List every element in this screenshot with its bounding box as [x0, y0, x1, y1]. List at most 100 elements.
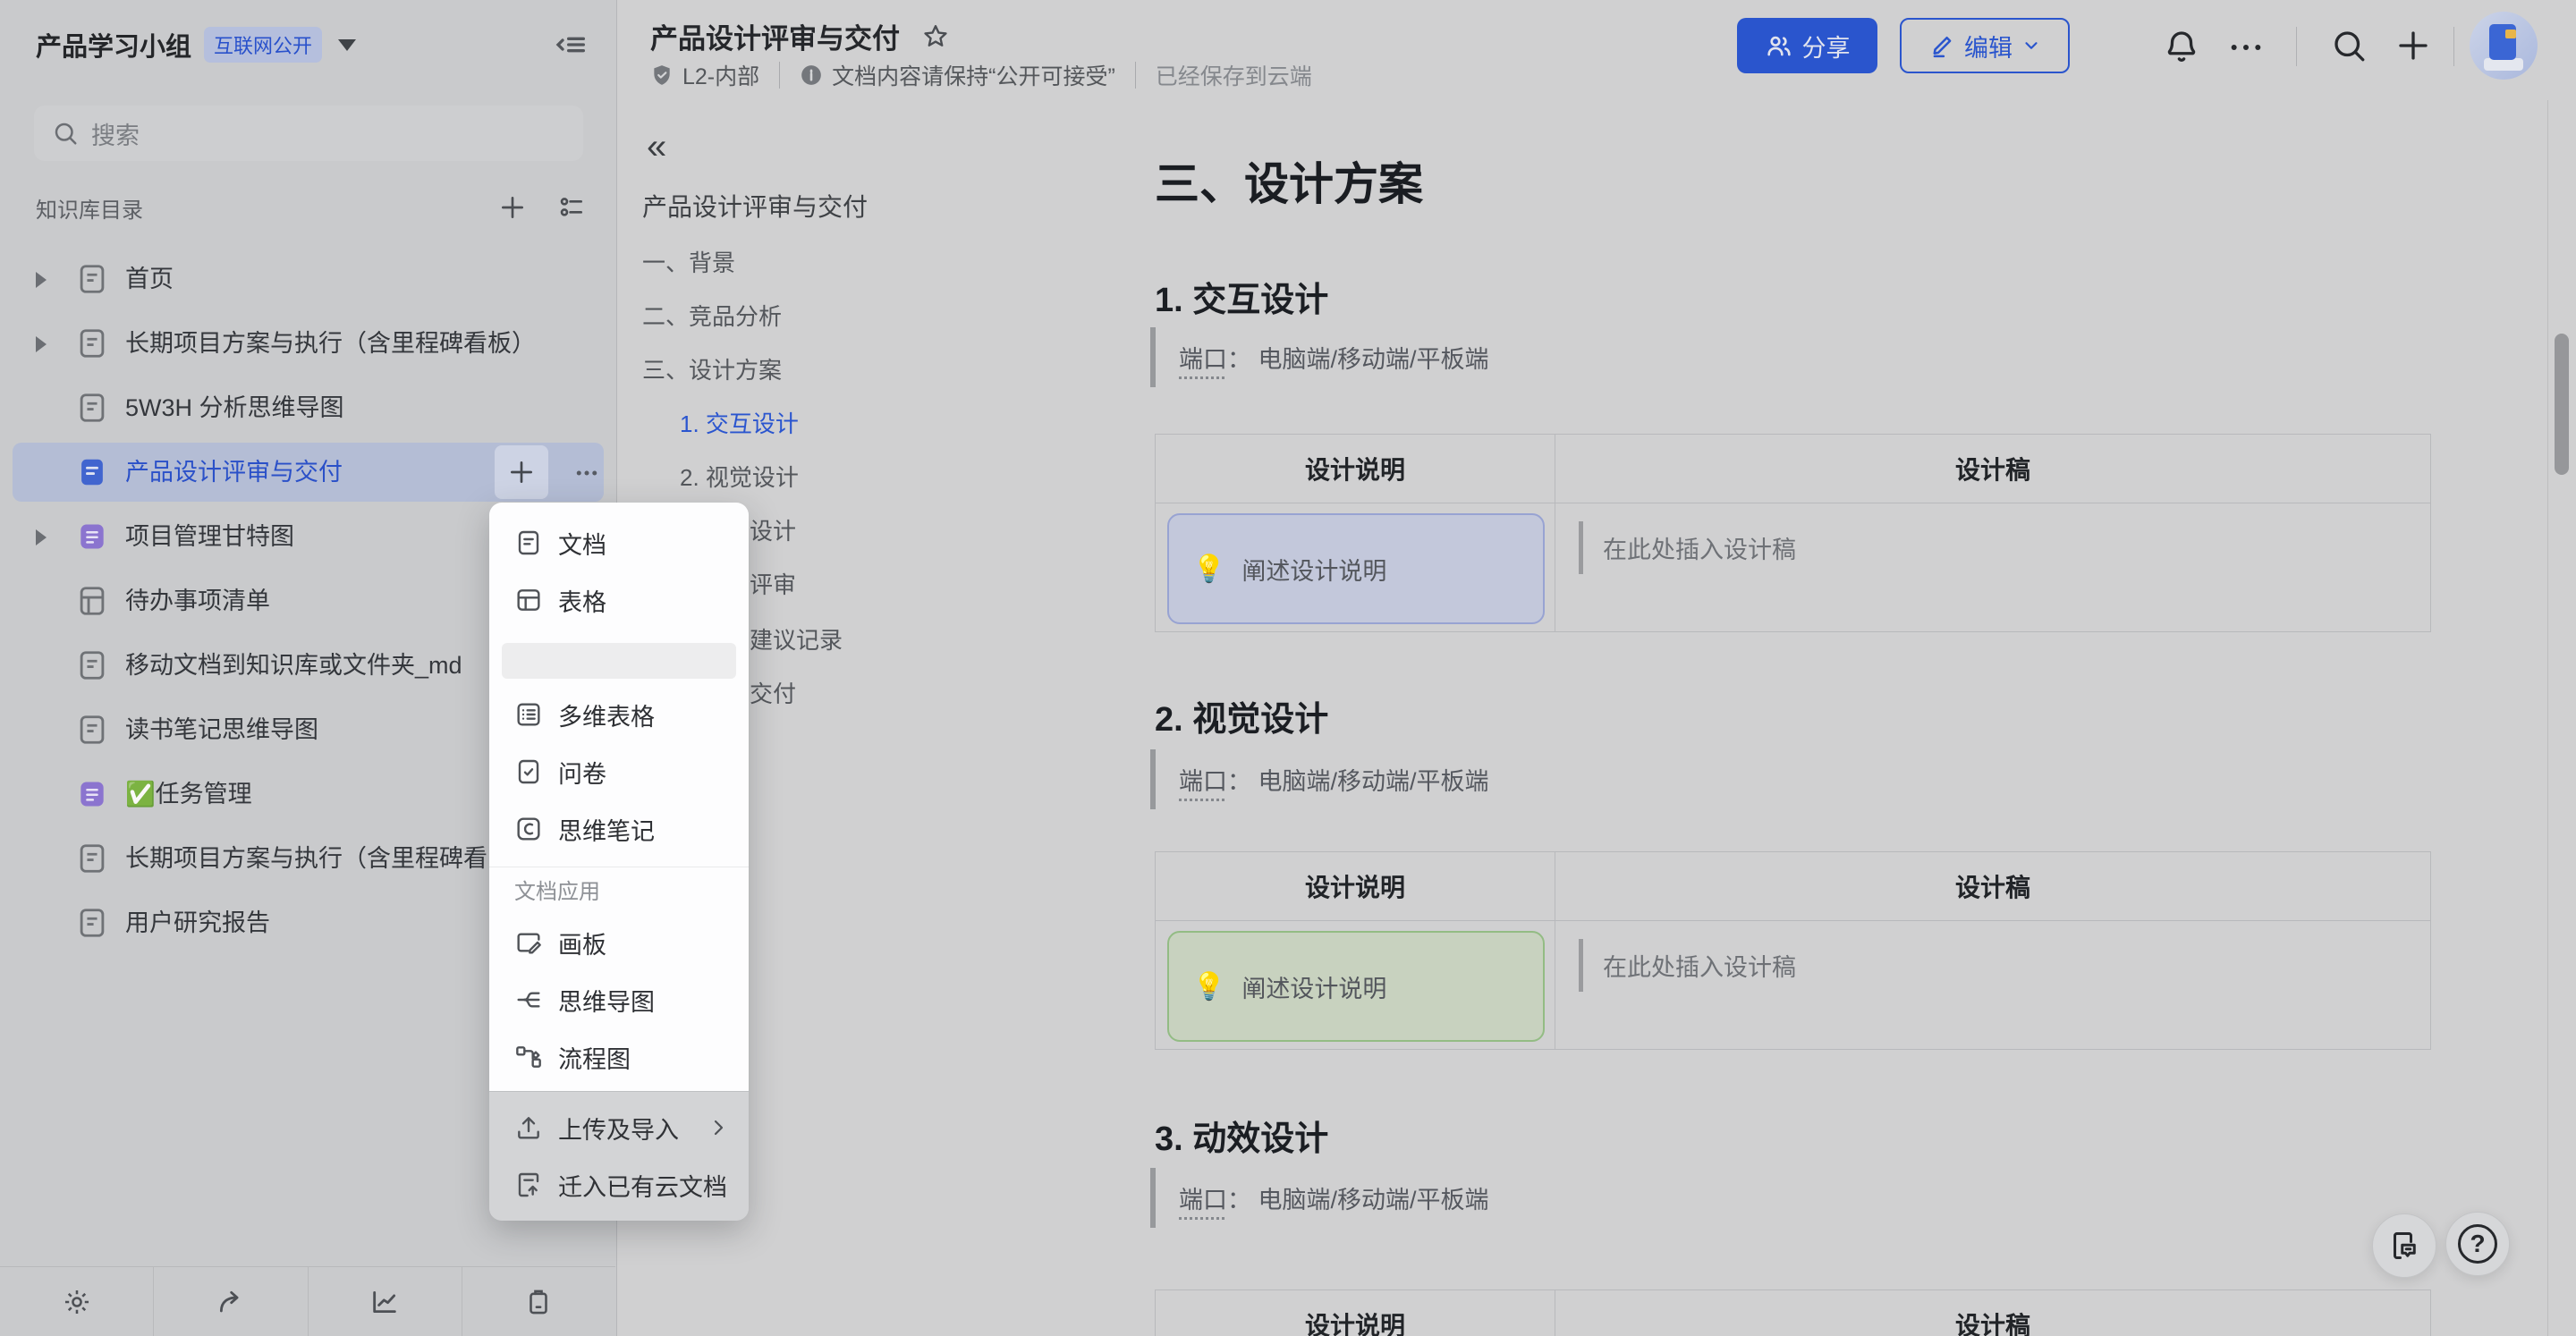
draft-placeholder-quote[interactable]: 在此处插入设计稿 [1579, 939, 1796, 992]
outline-item-partial[interactable]: 交付 [750, 676, 796, 712]
port-value: ： 电脑端/移动端/平板端 [1227, 346, 1489, 373]
trash-icon [523, 1287, 554, 1317]
heading-interaction-design: 1. 交互设计 [1155, 272, 1328, 321]
chevron-right-icon [708, 1117, 729, 1138]
grid-doc-icon [75, 584, 109, 618]
doc-body: 三、设计方案 1. 交互设计 端口： 电脑端/移动端/平板端 设计说明 设计稿 … [1155, 0, 2431, 1336]
draft-placeholder-quote[interactable]: 在此处插入设计稿 [1579, 521, 1796, 574]
sidebar-item-design-review-selected[interactable]: 产品设计评审与交付 [0, 440, 616, 504]
kb-directory-header: 知识库目录 [36, 190, 586, 225]
sidebar-item-label: 长期项目方案与执行（含里程碑看板） [125, 311, 607, 376]
upload-icon [514, 1113, 543, 1142]
menu-item-doc[interactable]: 文档 [489, 514, 749, 571]
menu-item-label: 思维导图 [558, 983, 655, 1018]
sidebar-collapse-icon[interactable] [554, 27, 589, 63]
kb-directory-title: 知识库目录 [36, 192, 468, 224]
scrollbar-thumb[interactable] [2555, 334, 2569, 475]
menu-item-flowchart[interactable]: 流程图 [489, 1028, 749, 1086]
design-table-3: 设计说明 设计稿 [1155, 1289, 2431, 1336]
callout-text: 阐述设计说明 [1241, 969, 1386, 1004]
menu-item-label: 文档 [558, 526, 606, 561]
settings-button[interactable] [0, 1267, 153, 1336]
sidebar-footer [0, 1266, 615, 1336]
callout-design-desc[interactable]: 💡 阐述设计说明 [1167, 513, 1545, 624]
menu-section-label: 文档应用 [489, 871, 749, 914]
doc-icon [75, 326, 109, 360]
menu-item-placeholder-hover[interactable] [502, 643, 736, 679]
stats-button[interactable] [308, 1267, 462, 1336]
port-value: ： 电脑端/移动端/平板端 [1227, 768, 1489, 795]
menu-item-label: 迁入已有云文档 [558, 1168, 727, 1203]
callout-design-desc[interactable]: 💡 阐述设计说明 [1167, 931, 1545, 1042]
add-page-icon[interactable] [498, 193, 527, 222]
port-value: ： 电脑端/移动端/平板端 [1227, 1187, 1489, 1213]
more-actions-icon[interactable] [573, 460, 600, 486]
doc-icon [514, 528, 543, 557]
help-button[interactable]: ? [2445, 1212, 2510, 1276]
menu-item-board[interactable]: 画板 [489, 914, 749, 971]
doc-icon [75, 841, 109, 875]
lightbulb-emoji: 💡 [1192, 554, 1225, 585]
doc-icon [75, 713, 109, 747]
outline-item[interactable]: 2. 视觉设计 [680, 460, 799, 495]
doc-comments-button[interactable] [2372, 1213, 2436, 1278]
workspace-switcher[interactable]: 产品学习小组 互联网公开 [36, 23, 589, 66]
list-icon-purple [75, 777, 109, 811]
expand-arrow-icon[interactable] [36, 336, 47, 352]
outline-item[interactable]: 二、竞品分析 [642, 299, 782, 334]
board-icon [514, 928, 543, 957]
outline-item-partial[interactable]: 设计 [750, 513, 796, 549]
flowchart-icon [514, 1043, 543, 1071]
share-workspace-button[interactable] [153, 1267, 307, 1336]
sidebar-item-label: 首页 [125, 247, 607, 311]
sidebar-item-5w3h-mindmap[interactable]: 5W3H 分析思维导图 [0, 376, 616, 440]
table-header-draft: 设计稿 [1555, 435, 2430, 503]
scrollbar-track-divider [2547, 100, 2548, 1336]
bitable-icon [514, 700, 543, 729]
outline-collapse-icon[interactable]: « [647, 129, 666, 165]
port-label: 端口 [1179, 1187, 1227, 1213]
search-placeholder: 搜索 [91, 116, 140, 151]
outline-item-partial[interactable]: 建议记录 [750, 622, 843, 658]
workspace-visibility-badge: 互联网公开 [204, 27, 322, 63]
design-table-1: 设计说明 设计稿 💡 阐述设计说明 在此处插入设计稿 [1155, 434, 2431, 632]
expand-arrow-icon[interactable] [36, 529, 47, 545]
menu-item-upload-import[interactable]: 上传及导入 [489, 1099, 749, 1156]
chevron-down-icon [338, 39, 356, 51]
list-icon-purple [75, 520, 109, 554]
sheet-icon [514, 586, 543, 614]
table-header-desc: 设计说明 [1156, 435, 1555, 503]
outline-item[interactable]: 三、设计方案 [642, 352, 782, 388]
menu-item-mindnote[interactable]: 思维笔记 [489, 800, 749, 858]
forward-arrow-icon [216, 1287, 246, 1317]
menu-item-survey[interactable]: 问卷 [489, 743, 749, 800]
outline-item-partial[interactable]: 评审 [750, 567, 796, 603]
outline-item[interactable]: 一、背景 [642, 245, 735, 281]
doc-icon [75, 648, 109, 682]
menu-item-migrate-cloud-doc[interactable]: 迁入已有云文档 [489, 1156, 749, 1213]
add-subpage-button[interactable] [495, 445, 548, 499]
port-label: 端口 [1179, 346, 1227, 373]
directory-settings-icon[interactable] [557, 193, 586, 222]
sidebar-item-label: 5W3H 分析思维导图 [125, 376, 607, 440]
sidebar-item-long-term-project[interactable]: 长期项目方案与执行（含里程碑看板） [0, 311, 616, 376]
outline-doc-title[interactable]: 产品设计评审与交付 [642, 188, 868, 224]
table-header-desc: 设计说明 [1156, 1290, 1555, 1336]
outline-item-active[interactable]: 1. 交互设计 [680, 406, 799, 442]
menu-item-label: 问卷 [558, 755, 606, 790]
menu-item-sheet[interactable]: 表格 [489, 571, 749, 629]
trash-button[interactable] [462, 1267, 615, 1336]
menu-item-label: 思维笔记 [558, 812, 655, 847]
lightbulb-emoji: 💡 [1192, 971, 1225, 1002]
search-input[interactable]: 搜索 [34, 106, 583, 161]
sidebar-item-home[interactable]: 首页 [0, 247, 616, 311]
survey-icon [514, 757, 543, 786]
doc-icon-active [75, 455, 109, 489]
menu-item-bitable[interactable]: 多维表格 [489, 686, 749, 743]
menu-item-mindmap[interactable]: 思维导图 [489, 971, 749, 1028]
expand-arrow-icon[interactable] [36, 272, 47, 288]
divider [2453, 27, 2454, 66]
avatar[interactable] [2470, 12, 2538, 80]
chart-icon [369, 1287, 400, 1317]
doc-comment-icon [2388, 1230, 2420, 1262]
